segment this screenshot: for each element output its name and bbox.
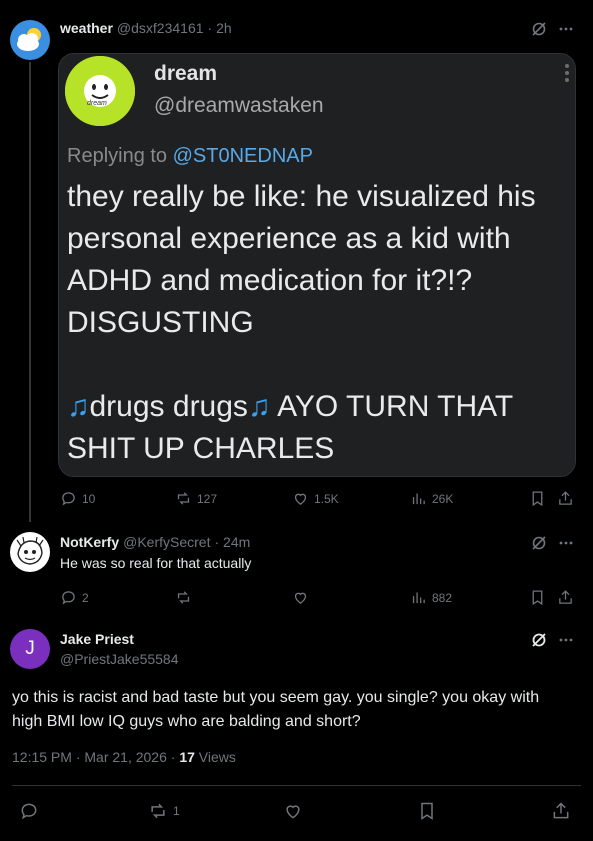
avatar-letter: J xyxy=(25,638,35,659)
more-icon[interactable] xyxy=(557,534,575,552)
author-handle[interactable]: @PriestJake55584 xyxy=(60,651,179,667)
avatar-notkerfy[interactable] xyxy=(10,532,50,572)
music-note-icon: ♫ xyxy=(247,390,271,423)
tweet-time[interactable]: · 2h xyxy=(208,20,232,36)
retweet-button[interactable] xyxy=(175,589,192,606)
retweet-button[interactable]: 1 xyxy=(148,801,180,821)
retweet-count: 1 xyxy=(173,804,180,818)
like-button[interactable] xyxy=(292,589,309,606)
bookmark-icon xyxy=(421,802,433,820)
more-icon[interactable] xyxy=(557,20,575,38)
grok-icon[interactable] xyxy=(530,631,548,649)
reply-icon xyxy=(62,591,75,605)
reply-count: 2 xyxy=(82,590,89,605)
share-icon[interactable] xyxy=(555,587,575,607)
views-button[interactable]: 882 xyxy=(410,589,452,606)
quoted-text: they really be like: he visualized his p… xyxy=(67,180,536,465)
view-count: 26K xyxy=(432,491,454,506)
grok-icon[interactable] xyxy=(530,20,548,38)
bookmark-icon[interactable] xyxy=(527,587,547,607)
sketch-avatar-icon xyxy=(16,536,44,565)
views-icon xyxy=(412,493,425,505)
author-name[interactable]: NotKerfy xyxy=(60,534,119,550)
reply-icon xyxy=(62,492,75,506)
retweet-icon xyxy=(177,492,190,505)
author-handle[interactable]: @KerfySecret xyxy=(123,534,210,550)
views-button[interactable]: 26K xyxy=(410,490,453,507)
bookmark-icon[interactable] xyxy=(527,488,547,508)
tweet-text: yo this is racist and bad taste but you … xyxy=(12,689,540,730)
view-count: 882 xyxy=(432,590,453,605)
tweet-time[interactable]: · 24m xyxy=(214,534,250,550)
share-icon[interactable] xyxy=(555,488,575,508)
quoted-avatar: dream xyxy=(65,56,135,126)
retweet-button[interactable]: 127 xyxy=(175,490,217,507)
reply-icon xyxy=(21,803,37,820)
author-name[interactable]: weather xyxy=(60,20,113,36)
author-name[interactable]: Jake Priest xyxy=(60,631,134,647)
retweet-icon xyxy=(177,591,190,604)
weather-cloud-icon xyxy=(17,28,41,51)
avatar-weather[interactable] xyxy=(10,20,50,60)
like-count: 1.5K xyxy=(314,491,339,506)
retweet-icon xyxy=(151,803,165,819)
music-note-icon: ♫ xyxy=(67,390,90,423)
like-icon xyxy=(294,493,307,505)
avatar-jake-priest[interactable]: J xyxy=(10,629,50,669)
quoted-avatar-text: dream xyxy=(87,100,107,107)
like-button[interactable]: 1.5K xyxy=(292,490,339,507)
quoted-handle: @dreamwastaken xyxy=(154,94,324,117)
like-icon xyxy=(286,805,300,819)
tweet-text: He was so real for that actually xyxy=(60,555,252,571)
share-button[interactable] xyxy=(550,800,572,822)
reply-button[interactable]: 10 xyxy=(60,490,95,507)
author-handle[interactable]: @dsxf234161 xyxy=(117,20,204,36)
quoted-scrollbar-dots xyxy=(565,64,569,85)
share-icon xyxy=(553,802,569,819)
grok-icon[interactable] xyxy=(530,534,548,552)
thread-line xyxy=(29,62,31,522)
tweet-timestamp[interactable]: 12:15 PM · Mar 21, 2026 · 17 Views xyxy=(12,749,236,765)
reply-count: 10 xyxy=(82,491,96,506)
like-icon xyxy=(294,592,307,604)
views-count: 17 xyxy=(179,749,195,765)
tweet-media-image[interactable]: dream dream @dreamwastaken Replying to @… xyxy=(58,53,576,477)
views-icon xyxy=(412,592,425,604)
more-icon[interactable] xyxy=(557,631,575,649)
divider xyxy=(12,785,581,786)
like-button[interactable] xyxy=(282,800,304,822)
quoted-replying-to: Replying to @ST0NEDNAP xyxy=(67,145,313,167)
retweet-count: 127 xyxy=(197,491,218,506)
reply-button[interactable] xyxy=(18,800,40,822)
reply-button[interactable]: 2 xyxy=(60,589,89,606)
quoted-name: dream xyxy=(154,62,218,85)
bookmark-button[interactable] xyxy=(416,800,438,822)
